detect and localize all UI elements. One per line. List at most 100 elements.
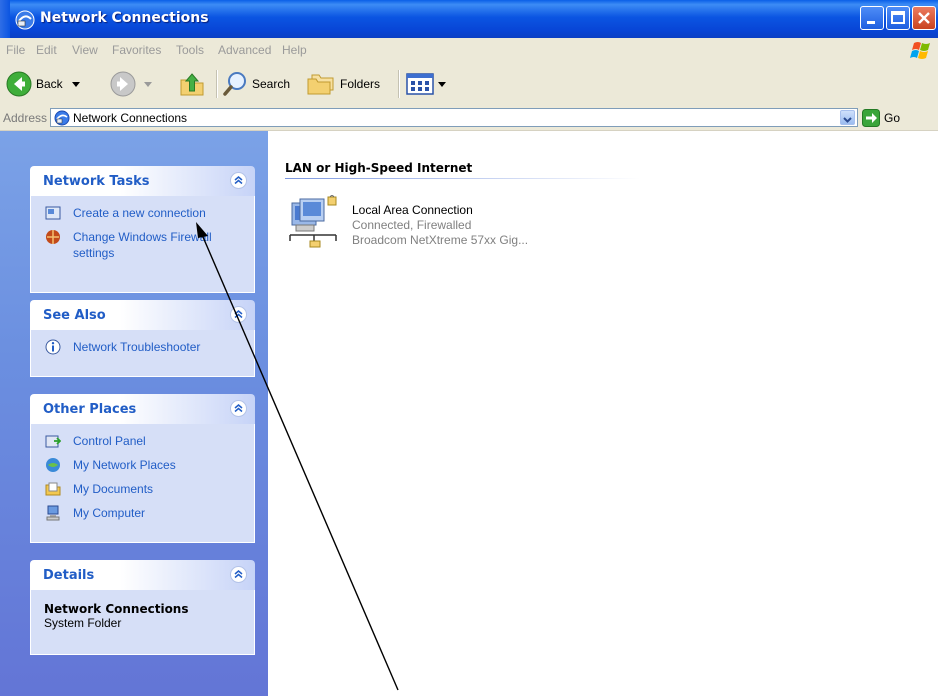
- up-folder-icon: [180, 73, 204, 96]
- views-button[interactable]: [406, 68, 454, 100]
- create-connection-link[interactable]: Create a new connection: [31, 202, 254, 226]
- back-arrow-icon: [6, 71, 32, 97]
- my-computer-link[interactable]: My Computer: [31, 502, 254, 526]
- my-computer-label: My Computer: [73, 506, 146, 520]
- info-icon: [45, 339, 61, 355]
- chevron-up-icon: [234, 176, 243, 185]
- toolbar-separator: [216, 70, 218, 98]
- menu-view[interactable]: View: [72, 43, 98, 57]
- other-places-header[interactable]: Other Places: [30, 394, 255, 424]
- details-body: Network Connections System Folder: [30, 590, 255, 655]
- back-dropdown-icon[interactable]: [72, 82, 80, 88]
- chevron-down-icon: [843, 117, 852, 123]
- lan-connection-icon: [289, 195, 337, 248]
- chevron-up-icon: [234, 310, 243, 319]
- forward-dropdown-icon: [144, 82, 152, 87]
- menu-tools[interactable]: Tools: [176, 43, 204, 57]
- folders-label: Folders: [340, 77, 381, 91]
- back-button[interactable]: Back: [6, 68, 94, 100]
- see-also-panel: See Also Network Troubleshooter: [30, 300, 255, 377]
- documents-folder-icon: [45, 482, 61, 496]
- details-name: Network Connections: [44, 602, 189, 616]
- address-bar: Address Network Connections Go: [0, 106, 938, 131]
- control-panel-label: Control Panel: [73, 434, 146, 448]
- toolbar-separator: [398, 70, 400, 98]
- network-connections-icon: [54, 110, 70, 126]
- change-firewall-label: Change Windows Firewall settings: [73, 230, 212, 260]
- see-also-header[interactable]: See Also: [30, 300, 255, 330]
- go-button[interactable]: Go: [884, 111, 900, 125]
- group-heading: LAN or High-Speed Internet: [285, 161, 473, 175]
- details-panel: Details Network Connections System Folde…: [30, 560, 255, 655]
- address-input[interactable]: Network Connections: [50, 108, 858, 127]
- address-value: Network Connections: [73, 111, 188, 125]
- menu-help[interactable]: Help: [282, 43, 307, 57]
- details-title: Details: [43, 568, 95, 583]
- search-button[interactable]: Search: [222, 68, 302, 100]
- my-network-places-label: My Network Places: [73, 458, 176, 472]
- content-area: LAN or High-Speed Internet Local Area Co…: [268, 131, 938, 696]
- close-icon: [918, 12, 930, 24]
- menu-edit[interactable]: Edit: [36, 43, 57, 57]
- folders-icon: [307, 74, 334, 95]
- network-tasks-panel: Network Tasks Create a new connection Ch…: [30, 166, 255, 293]
- maximize-icon: [891, 11, 905, 24]
- forward-arrow-icon: [110, 71, 136, 97]
- collapse-button[interactable]: [230, 566, 247, 583]
- menu-favorites[interactable]: Favorites: [112, 43, 161, 57]
- menu-file[interactable]: File: [6, 43, 25, 57]
- network-tasks-title: Network Tasks: [43, 174, 150, 189]
- connection-device: Broadcom NetXtreme 57xx Gig...: [352, 233, 529, 247]
- search-label: Search: [252, 77, 291, 91]
- my-documents-link[interactable]: My Documents: [31, 478, 254, 502]
- minimize-button[interactable]: [860, 6, 884, 30]
- maximize-button[interactable]: [886, 6, 910, 30]
- computer-icon: [46, 505, 60, 521]
- chevron-up-icon: [234, 404, 243, 413]
- folders-button[interactable]: Folders: [306, 68, 390, 100]
- forward-button[interactable]: [110, 68, 158, 100]
- group-divider: [285, 178, 640, 179]
- other-places-body: Control Panel My Network Places My Docum…: [30, 424, 255, 543]
- windows-logo-icon: [910, 42, 930, 59]
- network-tasks-header[interactable]: Network Tasks: [30, 166, 255, 196]
- title-bar-edge: [0, 0, 10, 38]
- go-arrow-icon[interactable]: [862, 109, 880, 127]
- connection-status: Connected, Firewalled: [352, 218, 472, 232]
- address-label: Address: [3, 111, 48, 125]
- network-troubleshooter-link[interactable]: Network Troubleshooter: [31, 336, 254, 360]
- change-firewall-link[interactable]: Change Windows Firewall settings: [31, 226, 254, 266]
- other-places-title: Other Places: [43, 402, 137, 417]
- address-dropdown-button[interactable]: [840, 110, 855, 125]
- network-troubleshooter-label: Network Troubleshooter: [73, 340, 201, 354]
- menu-advanced[interactable]: Advanced: [218, 43, 271, 57]
- see-also-title: See Also: [43, 308, 106, 323]
- network-connections-icon: [15, 10, 35, 30]
- control-panel-link[interactable]: Control Panel: [31, 430, 254, 454]
- collapse-button[interactable]: [230, 172, 247, 189]
- search-icon: [223, 72, 246, 96]
- network-places-icon: [46, 458, 60, 472]
- network-tasks-body: Create a new connection Change Windows F…: [30, 196, 255, 293]
- other-places-panel: Other Places Control Panel My Network Pl…: [30, 394, 255, 543]
- up-folder-button[interactable]: [178, 68, 208, 100]
- details-type: System Folder: [44, 616, 122, 630]
- title-bar[interactable]: Network Connections: [0, 0, 938, 39]
- chevron-up-icon: [234, 570, 243, 579]
- minimize-icon: [867, 21, 875, 24]
- close-button[interactable]: [912, 6, 936, 30]
- standard-toolbar: Back Search Folders: [0, 62, 938, 107]
- my-network-places-link[interactable]: My Network Places: [31, 454, 254, 478]
- create-connection-label: Create a new connection: [73, 206, 206, 220]
- views-dropdown-icon: [438, 82, 446, 87]
- collapse-button[interactable]: [230, 400, 247, 417]
- menu-bar: File Edit View Favorites Tools Advanced …: [0, 38, 938, 63]
- task-pane: Network Tasks Create a new connection Ch…: [0, 131, 268, 696]
- connection-name: Local Area Connection: [352, 203, 473, 217]
- local-area-connection-item[interactable]: Local Area Connection Connected, Firewal…: [286, 193, 586, 263]
- views-icon: [406, 73, 434, 95]
- explorer-window: Network Connections File Edit View Favor…: [0, 0, 938, 696]
- details-header[interactable]: Details: [30, 560, 255, 590]
- collapse-button[interactable]: [230, 306, 247, 323]
- see-also-body: Network Troubleshooter: [30, 330, 255, 377]
